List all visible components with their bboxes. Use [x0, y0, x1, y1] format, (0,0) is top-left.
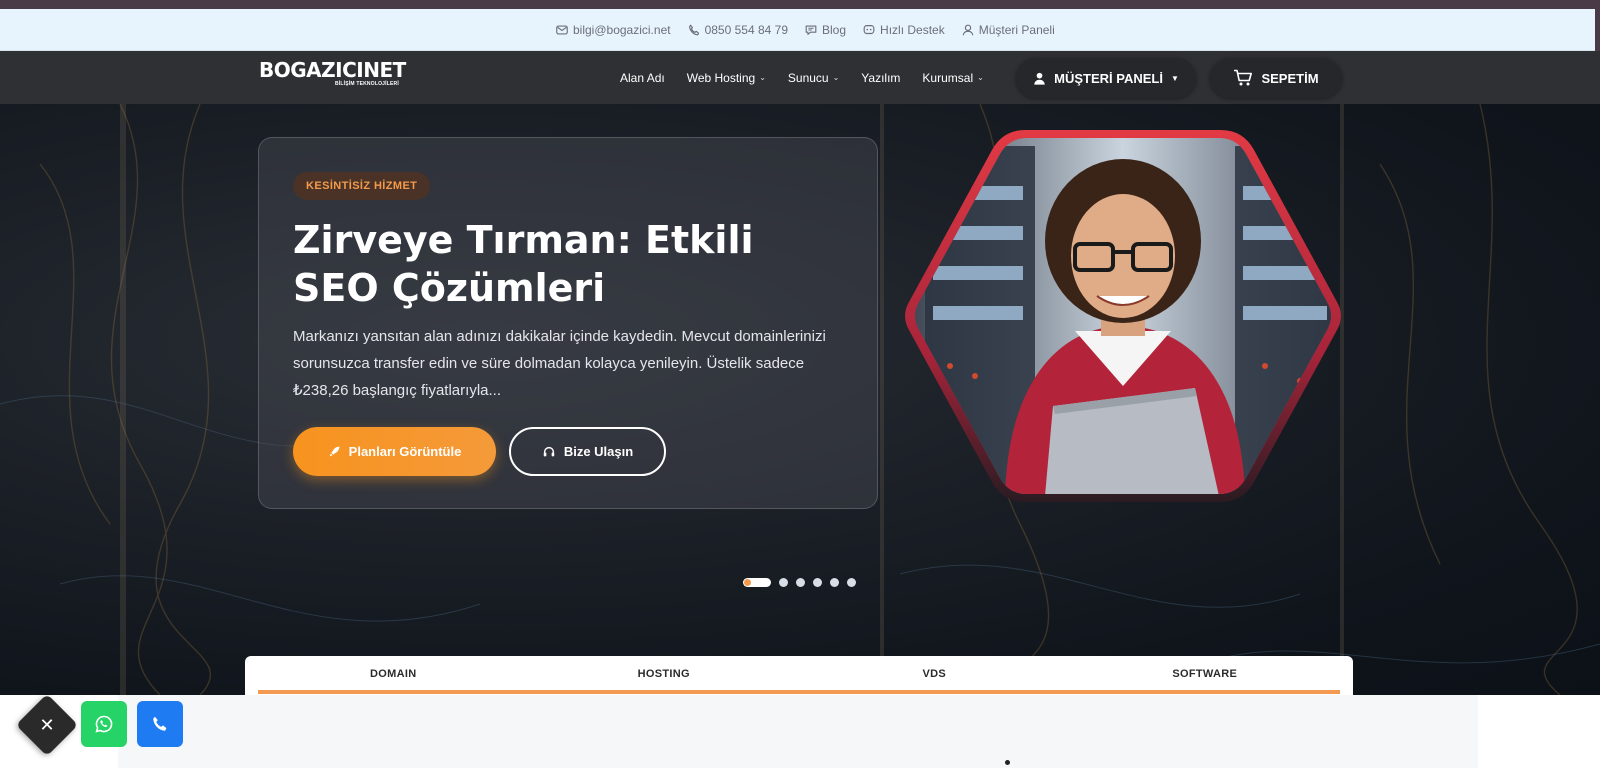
- nav-corporate-label: Kurumsal: [922, 70, 974, 85]
- customer-panel-label: Müşteri Paneli: [978, 23, 1055, 37]
- nav-server-label: Sunucu: [787, 70, 829, 85]
- nav-web-hosting-label: Web Hosting: [686, 70, 756, 85]
- decorative-dot: [1005, 760, 1010, 765]
- logo-text: BOGAZICINET: [259, 58, 406, 82]
- customer-panel-button-label: MÜŞTERİ PANELİ: [1054, 70, 1163, 86]
- cart-label: SEPETİM: [1261, 70, 1319, 86]
- mail-icon: [556, 25, 568, 35]
- chevron-down-icon: ⌄: [832, 73, 840, 82]
- email-label: bilgi@bogazici.net: [573, 23, 671, 37]
- user-icon: [962, 24, 974, 36]
- whatsapp-icon: [95, 715, 113, 733]
- slide-dot-3[interactable]: [796, 578, 805, 587]
- cart-icon: [1234, 69, 1253, 86]
- close-floating-button[interactable]: ✕: [15, 693, 79, 757]
- site-logo[interactable]: BOGAZICINET BİLİŞİM TEKNOLOJİLERİ: [259, 59, 409, 93]
- email-link[interactable]: bilgi@bogazici.net: [555, 23, 671, 37]
- nav-web-hosting[interactable]: Web Hosting ⌄: [687, 71, 766, 85]
- slider-pagination: [743, 578, 856, 587]
- blog-link[interactable]: Blog: [804, 23, 846, 37]
- support-icon: [863, 25, 875, 35]
- slide-dot-1[interactable]: [743, 578, 771, 587]
- view-plans-label: Planları Görüntüle: [348, 444, 462, 459]
- phone-link[interactable]: 0850 554 84 79: [687, 23, 788, 37]
- hero-badge: KESİNTİSİZ HİZMET: [293, 172, 431, 200]
- chevron-down-icon: ⌄: [759, 73, 766, 82]
- contact-info-bar: bilgi@bogazici.net 0850 554 84 79 Blog H…: [0, 9, 1600, 51]
- tab-hosting[interactable]: HOSTING: [529, 656, 800, 692]
- tab-software[interactable]: SOFTWARE: [1070, 656, 1341, 692]
- tab-active-underline: [258, 690, 1340, 694]
- top-accent-strip: [0, 0, 1600, 9]
- phone-icon: [688, 24, 699, 36]
- hero-content-card: KESİNTİSİZ HİZMET Zirveye Tırman: Etkili…: [258, 137, 878, 509]
- call-button[interactable]: [137, 701, 183, 747]
- chevron-down-icon: ⌄: [977, 73, 984, 82]
- chat-icon: [805, 25, 817, 35]
- quick-support-link[interactable]: Hızlı Destek: [862, 23, 945, 37]
- cart-button[interactable]: SEPETİM: [1210, 58, 1342, 98]
- slide-dot-5[interactable]: [830, 578, 839, 587]
- nav-server[interactable]: Sunucu ⌄: [788, 71, 839, 85]
- nav-corporate[interactable]: Kurumsal ⌄: [922, 71, 983, 85]
- headset-icon: [543, 446, 555, 456]
- nav-domain-label: Alan Adı: [620, 70, 665, 85]
- caret-down-icon: ▼: [1170, 73, 1179, 83]
- phone-icon: [153, 716, 167, 731]
- user-icon: [1034, 72, 1045, 85]
- nav-software-label: Yazılım: [861, 70, 901, 85]
- quick-support-label: Hızlı Destek: [880, 23, 945, 37]
- hero-title: Zirveye Tırman: Etkili SEO Çözümleri: [293, 218, 754, 310]
- slide-dot-4[interactable]: [813, 578, 822, 587]
- customer-panel-button[interactable]: MÜŞTERİ PANELİ ▼: [1016, 58, 1196, 98]
- slide-dot-6[interactable]: [847, 578, 856, 587]
- customer-panel-link[interactable]: Müşteri Paneli: [961, 23, 1055, 37]
- logo-subtitle: BİLİŞİM TEKNOLOJİLERİ: [335, 81, 399, 87]
- lower-content-panel: [118, 695, 1478, 768]
- close-icon: ✕: [39, 714, 55, 735]
- whatsapp-button[interactable]: [81, 701, 127, 747]
- nav-domain[interactable]: Alan Adı: [620, 71, 665, 85]
- contact-us-label: Bize Ulaşın: [563, 444, 634, 459]
- blog-label: Blog: [822, 23, 847, 37]
- slide-dot-2[interactable]: [779, 578, 788, 587]
- phone-label: 0850 554 84 79: [704, 23, 788, 37]
- hexagon-frame: [905, 130, 1341, 502]
- tab-domain[interactable]: DOMAIN: [258, 656, 529, 692]
- lower-section: [0, 695, 1600, 768]
- hero-hexagon-image: [905, 126, 1341, 506]
- main-navbar: BOGAZICINET BİLİŞİM TEKNOLOJİLERİ Alan A…: [0, 51, 1600, 104]
- hero-description: Markanızı yansıtan alan adınızı dakikala…: [293, 328, 826, 399]
- hero-slider: KESİNTİSİZ HİZMET Zirveye Tırman: Etkili…: [0, 104, 1600, 695]
- service-tabs: DOMAIN HOSTING VDS SOFTWARE: [245, 656, 1353, 695]
- scrollbar-edge: [1595, 9, 1600, 51]
- rocket-icon: [329, 446, 340, 457]
- contact-us-button[interactable]: Bize Ulaşın: [509, 427, 666, 476]
- nav-software[interactable]: Yazılım: [861, 71, 900, 85]
- view-plans-button[interactable]: Planları Görüntüle: [293, 427, 496, 476]
- tab-vds[interactable]: VDS: [799, 656, 1070, 692]
